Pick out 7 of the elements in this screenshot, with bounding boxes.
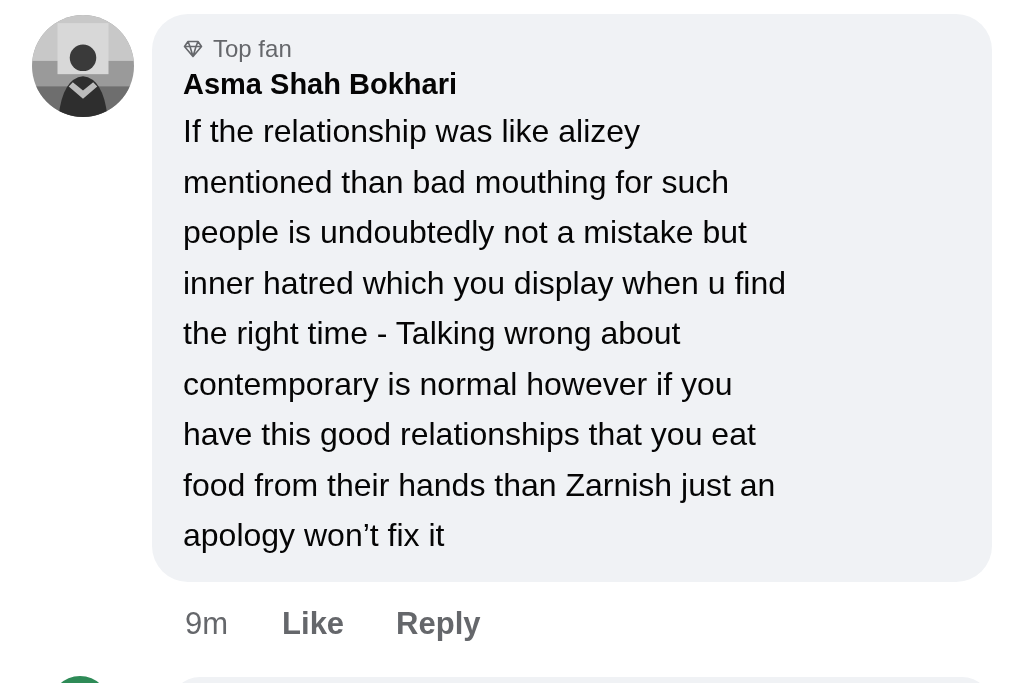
timestamp: 9m (185, 605, 229, 643)
comment-text: If the relationship was like alizey mentioned than bad mouthing for such people is undoubtedly not a mistake but inner hatred which you display when u find the right time - Talking wrong about contemporary is normal however if you have this good relationships that you eat food from their hands than Zarnish just an apology won’t fix it (183, 112, 787, 555)
reply-button[interactable]: Reply (396, 604, 481, 644)
like-button[interactable]: Like (282, 604, 345, 644)
badge-label: Top fan (213, 34, 292, 64)
author-name[interactable]: Asma Shah Bokhari (183, 66, 457, 102)
diamond-icon (183, 40, 203, 58)
